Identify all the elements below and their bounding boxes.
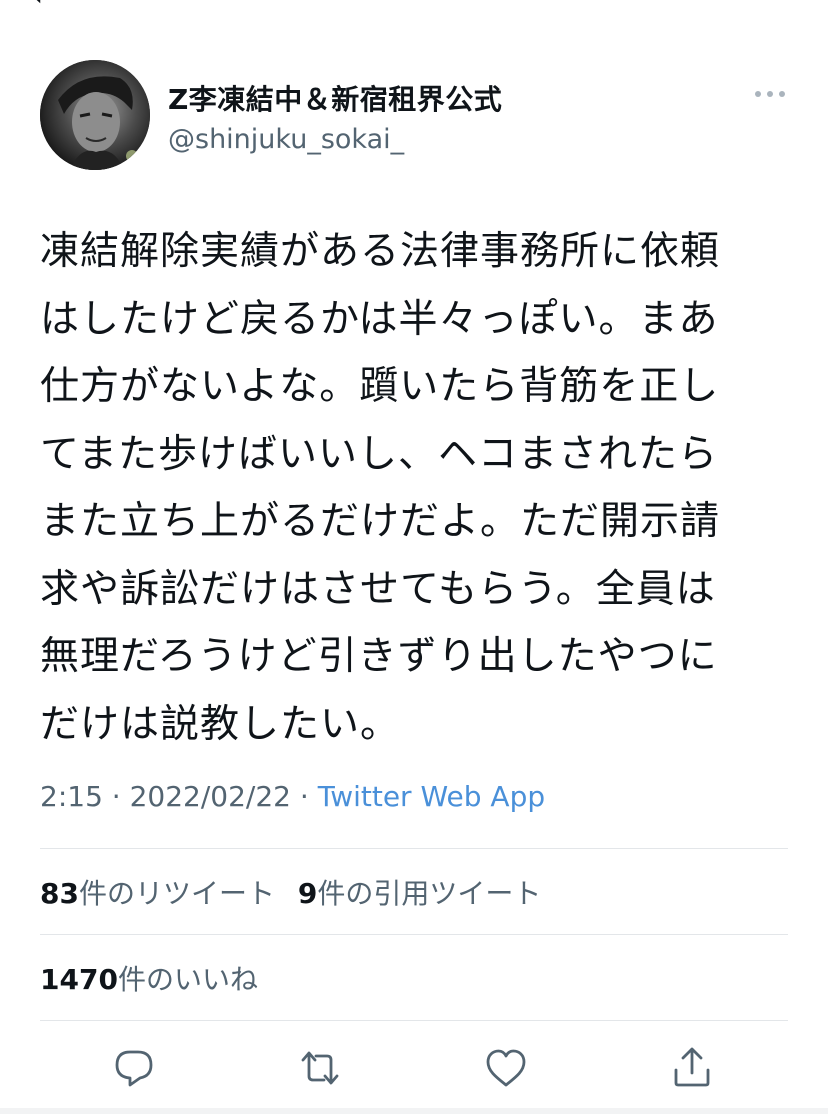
tweet-line: また立ち上がるだけだよ。ただ開示請: [40, 499, 721, 544]
back-chevron-icon[interactable]: ‹: [28, 0, 44, 16]
like-button[interactable]: [478, 1040, 534, 1096]
likes-link[interactable]: 1470件のいいね: [40, 963, 258, 996]
avatar-image: [40, 60, 150, 170]
tweet-line: 凍結解除実績がある法律事務所に依頼: [40, 229, 721, 274]
tweet-time: 2:15: [40, 780, 103, 813]
reply-button[interactable]: [106, 1040, 162, 1096]
retweets-link[interactable]: 83件のリツイート: [40, 877, 275, 910]
retweet-button[interactable]: [292, 1040, 348, 1096]
tweet-meta: 2:15 · 2022/02/22 · Twitter Web App: [40, 780, 545, 813]
quotes-link[interactable]: 9件の引用ツイート: [298, 877, 542, 910]
retweets-label: 件のリツイート: [78, 877, 275, 910]
meta-separator: ·: [299, 780, 309, 813]
likes-stats-row: 1470件のいいね: [40, 958, 258, 998]
bottom-separator: [0, 1108, 828, 1114]
more-options-button[interactable]: [752, 84, 788, 104]
divider: [40, 848, 788, 849]
meta-separator: ·: [111, 780, 121, 813]
tweet-text: 凍結解除実績がある法律事務所に依頼 はしたけど戻るかは半々っぽい。まあ 仕方がないよ…: [40, 218, 800, 758]
likes-label: 件のいいね: [117, 963, 258, 996]
retweets-count: 83: [40, 877, 79, 910]
retweet-icon: [301, 1051, 339, 1085]
share-button[interactable]: [664, 1040, 720, 1096]
author-handle[interactable]: @shinjuku_sokai_: [168, 124, 404, 155]
top-nav-fragment: ‹: [0, 0, 828, 16]
more-horizontal-icon: [755, 91, 785, 97]
heart-icon: [486, 1049, 526, 1087]
tweet-line: だけは説教したい。: [40, 701, 401, 747]
tweet-actions-bar: [40, 1040, 788, 1096]
avatar[interactable]: [40, 60, 150, 170]
divider: [40, 934, 788, 935]
quotes-label: 件の引用ツイート: [317, 877, 542, 910]
tweet-header: Z李凍結中＆新宿租界公式 @shinjuku_sokai_: [40, 60, 800, 170]
tweet-date: 2022/02/22: [129, 780, 291, 813]
tweet-line: 無理だろうけど引きずり出したやつに: [40, 634, 718, 679]
divider: [40, 1020, 788, 1021]
tweet-line: 仕方がないよな。躓いたら背筋を正し: [40, 364, 720, 409]
retweet-stats-row: 83件のリツイート 9件の引用ツイート: [40, 872, 541, 912]
reply-icon: [115, 1050, 153, 1087]
author-display-name[interactable]: Z李凍結中＆新宿租界公式: [168, 78, 502, 118]
tweet-line: てまた歩けばいいし、ヘコまされたら: [40, 431, 719, 477]
tweet-source-link[interactable]: Twitter Web App: [318, 780, 545, 813]
likes-count: 1470: [40, 963, 118, 996]
tweet-line: 求や訴訟だけはさせてもらう。全員は: [40, 566, 716, 612]
quotes-count: 9: [297, 877, 318, 910]
tweet-line: はしたけど戻るかは半々っぽい。まあ: [40, 296, 719, 342]
share-icon: [674, 1047, 710, 1087]
